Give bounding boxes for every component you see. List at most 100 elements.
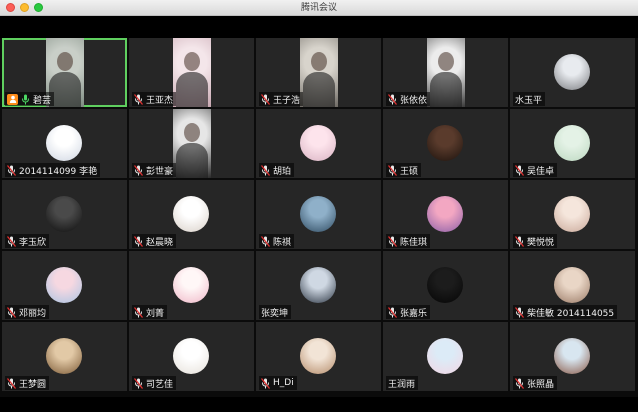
participant-name-label: 王梦圆 xyxy=(5,376,50,390)
participant-name-label: 赵晨晓 xyxy=(132,234,177,248)
participant-name: 水玉平 xyxy=(515,95,543,106)
participant-avatar xyxy=(46,125,82,161)
participant-name: 吴佳卓 xyxy=(527,166,555,177)
host-badge-icon xyxy=(7,93,18,105)
participant-name-label: 王子浩 xyxy=(259,92,304,106)
participant-name: H_Di xyxy=(273,378,294,388)
mic-muted-icon xyxy=(134,235,143,247)
participant-tile[interactable]: 碧芸 xyxy=(2,38,127,107)
participant-tile[interactable]: H_Di xyxy=(256,322,381,391)
participant-tile[interactable]: 张奕坤 xyxy=(256,251,381,320)
participant-name: 胡珀 xyxy=(273,166,292,177)
participant-name: 王梦圆 xyxy=(19,379,47,390)
window-titlebar: 腾讯会议 xyxy=(0,0,638,16)
mic-muted-icon xyxy=(7,377,16,389)
participant-name: 陈祺 xyxy=(273,237,292,248)
participant-name: 张奕坤 xyxy=(261,308,289,319)
participant-tile[interactable]: 吴佳卓 xyxy=(510,109,635,178)
participant-tile[interactable]: 樊悦悦 xyxy=(510,180,635,249)
participant-tile[interactable]: 王子浩 xyxy=(256,38,381,107)
participant-avatar xyxy=(173,267,209,303)
participant-name: 樊悦悦 xyxy=(527,237,555,248)
participant-name: 陈佳琪 xyxy=(400,237,428,248)
mic-icon xyxy=(22,94,29,104)
mic-muted-icon xyxy=(515,235,524,247)
participant-grid: 碧芸 王亚杰 王子浩 张依依 水玉平 2014114099 李艳 彭世豪 胡珀 王硕 吴佳卓李玉欣… xyxy=(2,38,636,391)
participant-name-label: 司艺佳 xyxy=(132,376,177,390)
participant-avatar xyxy=(46,267,82,303)
participant-tile[interactable]: 赵晨晓 xyxy=(129,180,254,249)
participant-tile[interactable]: 刘菁 xyxy=(129,251,254,320)
mic-muted-icon xyxy=(388,306,397,318)
participant-name-label: 胡珀 xyxy=(259,163,295,177)
participant-tile[interactable]: 司艺佳 xyxy=(129,322,254,391)
mic-muted-icon xyxy=(261,377,270,389)
participant-avatar xyxy=(427,196,463,232)
participant-avatar xyxy=(300,267,336,303)
participant-video xyxy=(427,38,465,107)
participant-name: 李玉欣 xyxy=(19,237,47,248)
participant-avatar xyxy=(300,338,336,374)
person-silhouette xyxy=(184,123,200,142)
mic-muted-icon xyxy=(388,93,397,105)
participant-tile[interactable]: 邓丽均 xyxy=(2,251,127,320)
participant-avatar xyxy=(554,267,590,303)
participant-tile[interactable]: 王梦圆 xyxy=(2,322,127,391)
participant-tile[interactable]: 水玉平 xyxy=(510,38,635,107)
participant-avatar xyxy=(554,54,590,90)
mic-muted-icon xyxy=(261,93,270,105)
participant-name: 2014114099 李艳 xyxy=(19,166,98,177)
mic-muted-icon xyxy=(261,164,270,176)
participant-name-label: 刘菁 xyxy=(132,305,168,319)
mic-muted-icon xyxy=(261,235,270,247)
participant-tile[interactable]: 陈祺 xyxy=(256,180,381,249)
participant-name-label: 柴佳敏 2014114055 xyxy=(513,305,618,319)
person-body xyxy=(303,72,335,107)
participant-avatar xyxy=(173,338,209,374)
mic-muted-icon xyxy=(134,377,143,389)
participant-video xyxy=(173,38,211,107)
participant-avatar xyxy=(300,125,336,161)
participant-name-label: 张嘉乐 xyxy=(386,305,431,319)
participant-tile[interactable]: 张嘉乐 xyxy=(383,251,508,320)
participant-tile[interactable]: 张依依 xyxy=(383,38,508,107)
participant-avatar xyxy=(300,196,336,232)
participant-avatar xyxy=(427,125,463,161)
participant-tile[interactable]: 柴佳敏 2014114055 xyxy=(510,251,635,320)
participant-tile[interactable]: 陈佳琪 xyxy=(383,180,508,249)
participant-tile[interactable]: 王润雨 xyxy=(383,322,508,391)
participant-name-label: 王亚杰 xyxy=(132,92,177,106)
participant-name-label: 王硕 xyxy=(386,163,422,177)
mic-muted-icon xyxy=(515,377,524,389)
participant-avatar xyxy=(554,338,590,374)
participant-name-label: 邓丽均 xyxy=(5,305,50,319)
participant-name: 张嘉乐 xyxy=(400,308,428,319)
participant-tile[interactable]: 王硕 xyxy=(383,109,508,178)
bottom-toolbar-area xyxy=(0,397,638,412)
mic-muted-icon xyxy=(388,235,397,247)
participant-name-label: 2014114099 李艳 xyxy=(5,163,101,177)
participant-tile[interactable]: 胡珀 xyxy=(256,109,381,178)
mic-muted-icon xyxy=(7,235,16,247)
participant-name: 王润雨 xyxy=(388,379,416,390)
participant-name-label: 碧芸 xyxy=(5,92,55,106)
participant-tile[interactable]: 李玉欣 xyxy=(2,180,127,249)
mic-muted-icon xyxy=(134,93,143,105)
participant-tile[interactable]: 张照晶 xyxy=(510,322,635,391)
participant-name-label: 吴佳卓 xyxy=(513,163,558,177)
person-silhouette xyxy=(438,52,454,71)
participant-tile[interactable]: 2014114099 李艳 xyxy=(2,109,127,178)
participant-name: 张依依 xyxy=(400,95,428,106)
participant-video xyxy=(173,109,211,178)
mic-muted-icon xyxy=(7,164,16,176)
top-toolbar-area xyxy=(0,16,638,38)
participant-name: 王亚杰 xyxy=(146,95,174,106)
mic-muted-icon xyxy=(134,164,143,176)
participant-name: 王子浩 xyxy=(273,95,301,106)
participant-tile[interactable]: 彭世豪 xyxy=(129,109,254,178)
participant-name-label: 陈佳琪 xyxy=(386,234,431,248)
person-silhouette xyxy=(311,52,327,71)
participant-avatar xyxy=(554,196,590,232)
mic-muted-icon xyxy=(7,306,16,318)
participant-tile[interactable]: 王亚杰 xyxy=(129,38,254,107)
